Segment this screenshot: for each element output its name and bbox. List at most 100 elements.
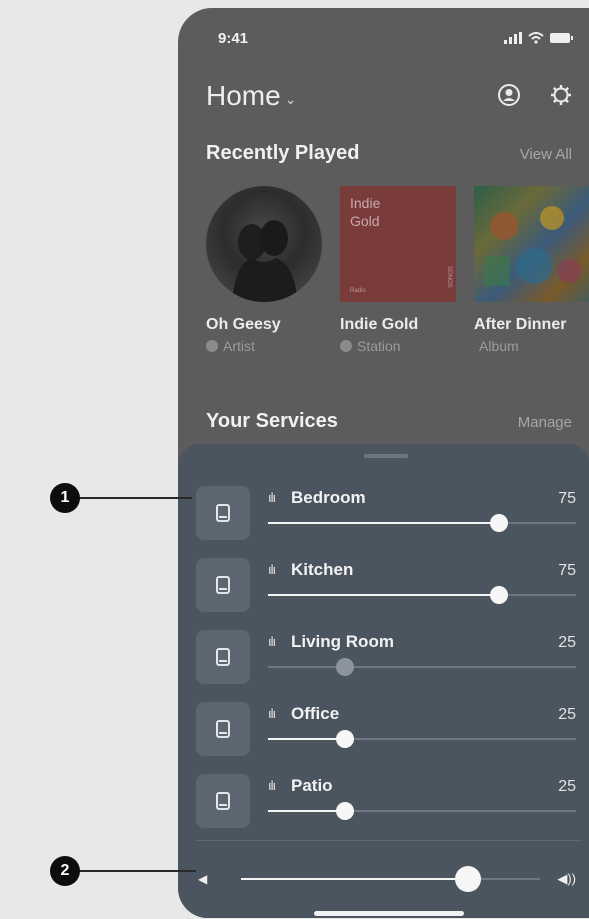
speaker-button[interactable] [196,558,250,612]
room-volume-value: 75 [558,562,576,579]
room-volume-knob[interactable] [490,586,508,604]
station-art-side: SONOS [446,266,452,288]
room-volume-slider[interactable] [268,586,576,604]
recent-item-type: Station [340,338,456,354]
recent-item[interactable]: Oh Geesy Artist [206,186,322,354]
room-row: ılı Living Room 25 [196,630,582,686]
room-volume-fill [268,666,345,668]
room-volume-slider[interactable] [268,802,576,820]
room-row: ılı Patio 25 [196,774,582,830]
account-icon[interactable] [496,82,522,108]
room-volume-knob[interactable] [336,802,354,820]
signal-icon [504,31,522,49]
group-volume-slider[interactable] [241,866,540,892]
album-artwork [474,186,589,302]
room-volume-fill [268,738,345,740]
recent-item[interactable]: Indie Gold Radio SONOS Indie Gold Station [340,186,456,354]
volume-low-icon: ◀ [198,872,208,886]
room-volume-value: 25 [558,706,576,723]
room-volume-fill [268,594,499,596]
speaker-button[interactable] [196,774,250,828]
recent-item[interactable]: After Dinner Album [474,186,589,354]
room-volume-slider[interactable] [268,514,576,532]
recent-item-type-label: Album [479,338,519,354]
recent-item-type-label: Station [357,338,401,354]
room-volume-fill [268,522,499,524]
spotify-icon [206,340,218,352]
room-volume-knob[interactable] [490,514,508,532]
phone-screen: 9:41 Home ⌄ Recently Played View All Oh … [178,8,589,918]
recent-item-title: After Dinner [474,316,567,333]
equalizer-icon: ılı [268,562,276,577]
recent-item-type: Album [474,338,589,354]
group-volume-control: ◀ ◀)) [196,864,582,894]
speaker-icon [216,648,230,666]
section-title: Your Services [206,410,338,432]
room-volume-slider[interactable] [268,730,576,748]
callout-line [70,497,192,499]
services-header: Your Services Manage [206,410,572,433]
room-name: Bedroom [291,488,366,507]
speaker-button[interactable] [196,486,250,540]
callout-badge: 1 [50,483,80,513]
room-volume-value: 25 [558,778,576,795]
room-row: ılı Kitchen 75 [196,558,582,614]
callout-badge: 2 [50,856,80,886]
home-header: Home ⌄ [206,80,574,120]
room-row: ılı Bedroom 75 [196,486,582,542]
speaker-icon [216,720,230,738]
station-icon [340,340,352,352]
sheet-drag-handle[interactable] [364,454,408,458]
volume-high-icon: ◀)) [557,871,576,886]
status-bar: 9:41 [178,8,589,68]
chevron-down-icon: ⌄ [284,90,297,107]
room-volume-value: 25 [558,634,576,651]
wifi-icon [528,31,544,49]
room-name: Living Room [291,632,394,651]
equalizer-icon: ılı [268,778,276,793]
station-art-title: Indie Gold [350,195,381,229]
callout-line [70,870,196,872]
sheet-divider [196,840,582,841]
room-name: Patio [291,776,333,795]
room-volume-knob[interactable] [336,730,354,748]
view-all-link[interactable]: View All [520,146,572,163]
recently-played-header: Recently Played View All [206,142,572,165]
battery-icon [550,31,574,49]
group-volume-fill [241,878,469,880]
volume-sheet: ılı Bedroom 75 ılı Kitchen 75 ılı Living Room 25… [178,444,589,918]
room-volume-fill [268,810,345,812]
room-row: ılı Office 25 [196,702,582,758]
section-title: Recently Played [206,142,360,164]
manage-link[interactable]: Manage [518,414,572,431]
status-time: 9:41 [218,30,249,47]
room-volume-slider[interactable] [268,658,576,676]
recently-played-list: Oh Geesy Artist Indie Gold Radio SONOS In… [206,186,589,354]
group-volume-knob[interactable] [455,866,482,892]
recent-item-type-label: Artist [223,338,255,354]
room-name: Kitchen [291,560,354,579]
recent-item-type: Artist [206,338,322,354]
header-actions [496,82,574,108]
speaker-button[interactable] [196,630,250,684]
home-indicator [314,911,464,916]
settings-icon[interactable] [548,82,574,108]
page-title: Home [206,80,281,111]
room-volume-knob[interactable] [336,658,354,676]
recent-item-title: Oh Geesy [206,316,281,333]
equalizer-icon: ılı [268,634,276,649]
status-icons [504,31,574,49]
equalizer-icon: ılı [268,706,276,721]
speaker-icon [216,792,230,810]
speaker-icon [216,576,230,594]
speaker-icon [216,504,230,522]
room-volume-value: 75 [558,490,576,507]
equalizer-icon: ılı [268,490,276,505]
speaker-button[interactable] [196,702,250,756]
home-selector[interactable]: Home ⌄ [206,80,296,112]
station-artwork: Indie Gold Radio SONOS [340,186,456,302]
station-art-footer: Radio [350,288,366,294]
recent-item-title: Indie Gold [340,316,419,333]
artist-artwork [206,186,322,302]
room-name: Office [291,704,340,723]
